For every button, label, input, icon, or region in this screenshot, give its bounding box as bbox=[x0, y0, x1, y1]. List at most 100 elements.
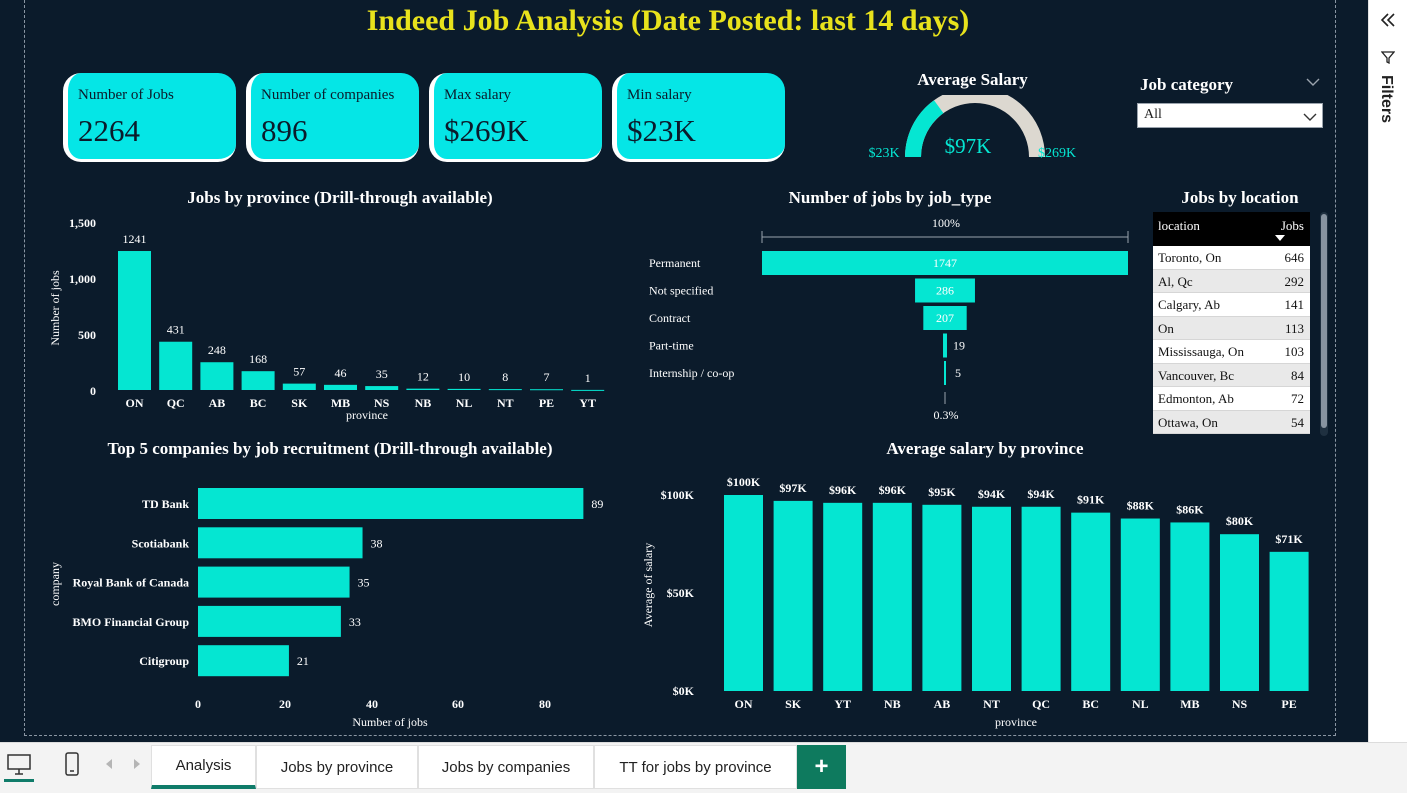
filters-pane[interactable]: Filters bbox=[1368, 0, 1407, 742]
table-row[interactable]: Ottawa, On 54 bbox=[1153, 410, 1310, 434]
salary-bar-pe[interactable] bbox=[1269, 551, 1309, 691]
add-page-button[interactable]: + bbox=[797, 745, 846, 789]
avg-salary-by-province-chart[interactable]: $100K $50K $0K Average of salary $100K ON… bbox=[630, 465, 1320, 735]
bar-nb[interactable] bbox=[406, 388, 440, 390]
salary-bar-on[interactable] bbox=[724, 495, 763, 691]
salary-bar-qc[interactable] bbox=[1021, 506, 1061, 691]
table-row[interactable]: Calgary, Ab 141 bbox=[1153, 293, 1310, 317]
x-tick: ON bbox=[126, 396, 144, 410]
bar-mb[interactable] bbox=[324, 384, 357, 390]
jobs-by-jobtype-funnel[interactable]: 100% Permanent 1747 Not specified 286 Contra… bbox=[640, 210, 1140, 430]
bar-pe[interactable] bbox=[530, 389, 563, 391]
bar-sk[interactable] bbox=[282, 383, 316, 390]
funnel-category: Part-time bbox=[649, 339, 694, 353]
salary-bar-sk[interactable] bbox=[773, 500, 813, 691]
cell-jobs: 103 bbox=[1284, 344, 1305, 359]
salary-bar-ab[interactable] bbox=[922, 504, 962, 691]
data-label: 248 bbox=[208, 343, 226, 357]
salary-bar-nt[interactable] bbox=[972, 506, 1011, 691]
company-bar[interactable] bbox=[198, 566, 350, 598]
funnel-bar[interactable] bbox=[943, 333, 947, 358]
table-scrollbar[interactable] bbox=[1320, 212, 1328, 436]
scrollbar-thumb[interactable] bbox=[1321, 214, 1327, 428]
cell-jobs: 646 bbox=[1284, 250, 1305, 265]
kpi-card-min-salary[interactable]: Min salary $23K bbox=[612, 73, 785, 162]
scroll-right-icon[interactable] bbox=[132, 758, 142, 770]
chevron-down-icon[interactable] bbox=[1306, 76, 1320, 88]
kpi-card-max-salary[interactable]: Max salary $269K bbox=[429, 73, 602, 162]
tab-jobs-by-companies[interactable]: Jobs by companies bbox=[418, 745, 594, 789]
tab-jobs-by-province[interactable]: Jobs by province bbox=[256, 745, 418, 789]
collapse-chevrons-icon[interactable] bbox=[1380, 12, 1396, 28]
data-label: 12 bbox=[417, 370, 429, 384]
bar-qc[interactable] bbox=[159, 341, 193, 390]
salary-bar-ns[interactable] bbox=[1220, 534, 1259, 691]
bar-ab[interactable] bbox=[200, 362, 234, 390]
companies-chart-title: Top 5 companies by job recruitment (Dril… bbox=[107, 439, 553, 458]
tab-tt-for-jobs-by-province[interactable]: TT for jobs by province bbox=[594, 745, 797, 789]
kpi-label: Min salary bbox=[627, 87, 692, 103]
cell-location: Ottawa, On bbox=[1158, 414, 1218, 430]
data-label: 35 bbox=[358, 576, 370, 590]
y-tick: 0 bbox=[90, 384, 96, 398]
salary-bar-mb[interactable] bbox=[1170, 522, 1210, 691]
bar-nl[interactable] bbox=[447, 388, 481, 390]
data-label: 46 bbox=[335, 366, 347, 380]
y-tick: Royal Bank of Canada bbox=[73, 576, 189, 590]
company-bar[interactable] bbox=[198, 645, 289, 677]
scroll-left-icon[interactable] bbox=[104, 758, 114, 770]
bar-on[interactable] bbox=[118, 251, 151, 390]
data-label: 1747 bbox=[933, 256, 957, 270]
table-row[interactable]: Vancouver, Bc 84 bbox=[1153, 363, 1310, 387]
data-label: 19 bbox=[953, 339, 965, 353]
column-header-jobs[interactable]: Jobs bbox=[1281, 218, 1304, 234]
data-label: 10 bbox=[458, 370, 470, 384]
bar-bc[interactable] bbox=[241, 371, 275, 390]
column-header-location[interactable]: location bbox=[1158, 218, 1200, 234]
x-tick: ON bbox=[735, 697, 753, 711]
data-label: 35 bbox=[376, 367, 388, 381]
y-tick: 500 bbox=[78, 328, 96, 342]
data-label: 5 bbox=[955, 366, 961, 380]
x-tick: 60 bbox=[452, 697, 464, 711]
average-salary-gauge[interactable]: $97K $23K $269K bbox=[860, 95, 1090, 165]
top-companies-chart[interactable]: company TD Bank 89 Scotiabank 38 Royal Bank … bbox=[40, 470, 630, 735]
cell-location: Toronto, On bbox=[1158, 250, 1222, 265]
data-label: $100K bbox=[727, 475, 761, 489]
table-row[interactable]: Al, Qc 292 bbox=[1153, 269, 1310, 293]
y-tick: Scotiabank bbox=[132, 536, 190, 550]
salary-bar-bc[interactable] bbox=[1071, 512, 1111, 691]
bar-ns[interactable] bbox=[365, 386, 399, 390]
funnel-bar[interactable] bbox=[944, 361, 946, 385]
filters-label[interactable]: Filters bbox=[1377, 75, 1395, 123]
data-label: 89 bbox=[591, 497, 603, 511]
page-tabs-bar: Analysis Jobs by province Jobs by compan… bbox=[0, 742, 1407, 793]
kpi-card-companies[interactable]: Number of companies 896 bbox=[246, 73, 419, 162]
data-label: 168 bbox=[249, 352, 267, 366]
table-row[interactable]: Mississauga, On 103 bbox=[1153, 340, 1310, 364]
tab-analysis[interactable]: Analysis bbox=[151, 745, 256, 789]
jobs-by-province-chart[interactable]: 1,500 1,000 500 0 Number of jobs 1241 ON 4… bbox=[40, 210, 620, 425]
cell-location: Vancouver, Bc bbox=[1158, 367, 1235, 383]
desktop-view-icon[interactable] bbox=[6, 753, 32, 777]
salary-bar-nb[interactable] bbox=[872, 502, 912, 691]
job-category-dropdown[interactable]: All bbox=[1137, 103, 1323, 128]
data-label: $86K bbox=[1176, 502, 1204, 516]
bar-nt[interactable] bbox=[488, 389, 522, 391]
mobile-view-icon[interactable] bbox=[63, 751, 81, 777]
cell-jobs: 54 bbox=[1291, 414, 1304, 430]
jobs-by-location-table[interactable]: location Jobs Toronto, On 646 Al, Qc 292 Cal… bbox=[1153, 212, 1310, 434]
company-bar[interactable] bbox=[198, 488, 584, 519]
salary-bar-nl[interactable] bbox=[1120, 518, 1160, 691]
bars: $100K ON $97K SK $96K YT $96K NB $95K AB $94K NT $94… bbox=[724, 475, 1309, 711]
company-bar[interactable] bbox=[198, 527, 363, 559]
company-bar[interactable] bbox=[198, 605, 341, 637]
table-row[interactable]: Edmonton, Ab 72 bbox=[1153, 387, 1310, 411]
salary-bar-yt[interactable] bbox=[823, 502, 863, 691]
x-tick: BC bbox=[250, 396, 267, 410]
x-tick: 40 bbox=[366, 697, 378, 711]
table-row[interactable]: Toronto, On 646 bbox=[1153, 246, 1310, 270]
table-row[interactable]: On 113 bbox=[1153, 316, 1310, 340]
bar-yt[interactable] bbox=[571, 389, 605, 391]
kpi-card-jobs[interactable]: Number of Jobs 2264 bbox=[63, 73, 236, 162]
